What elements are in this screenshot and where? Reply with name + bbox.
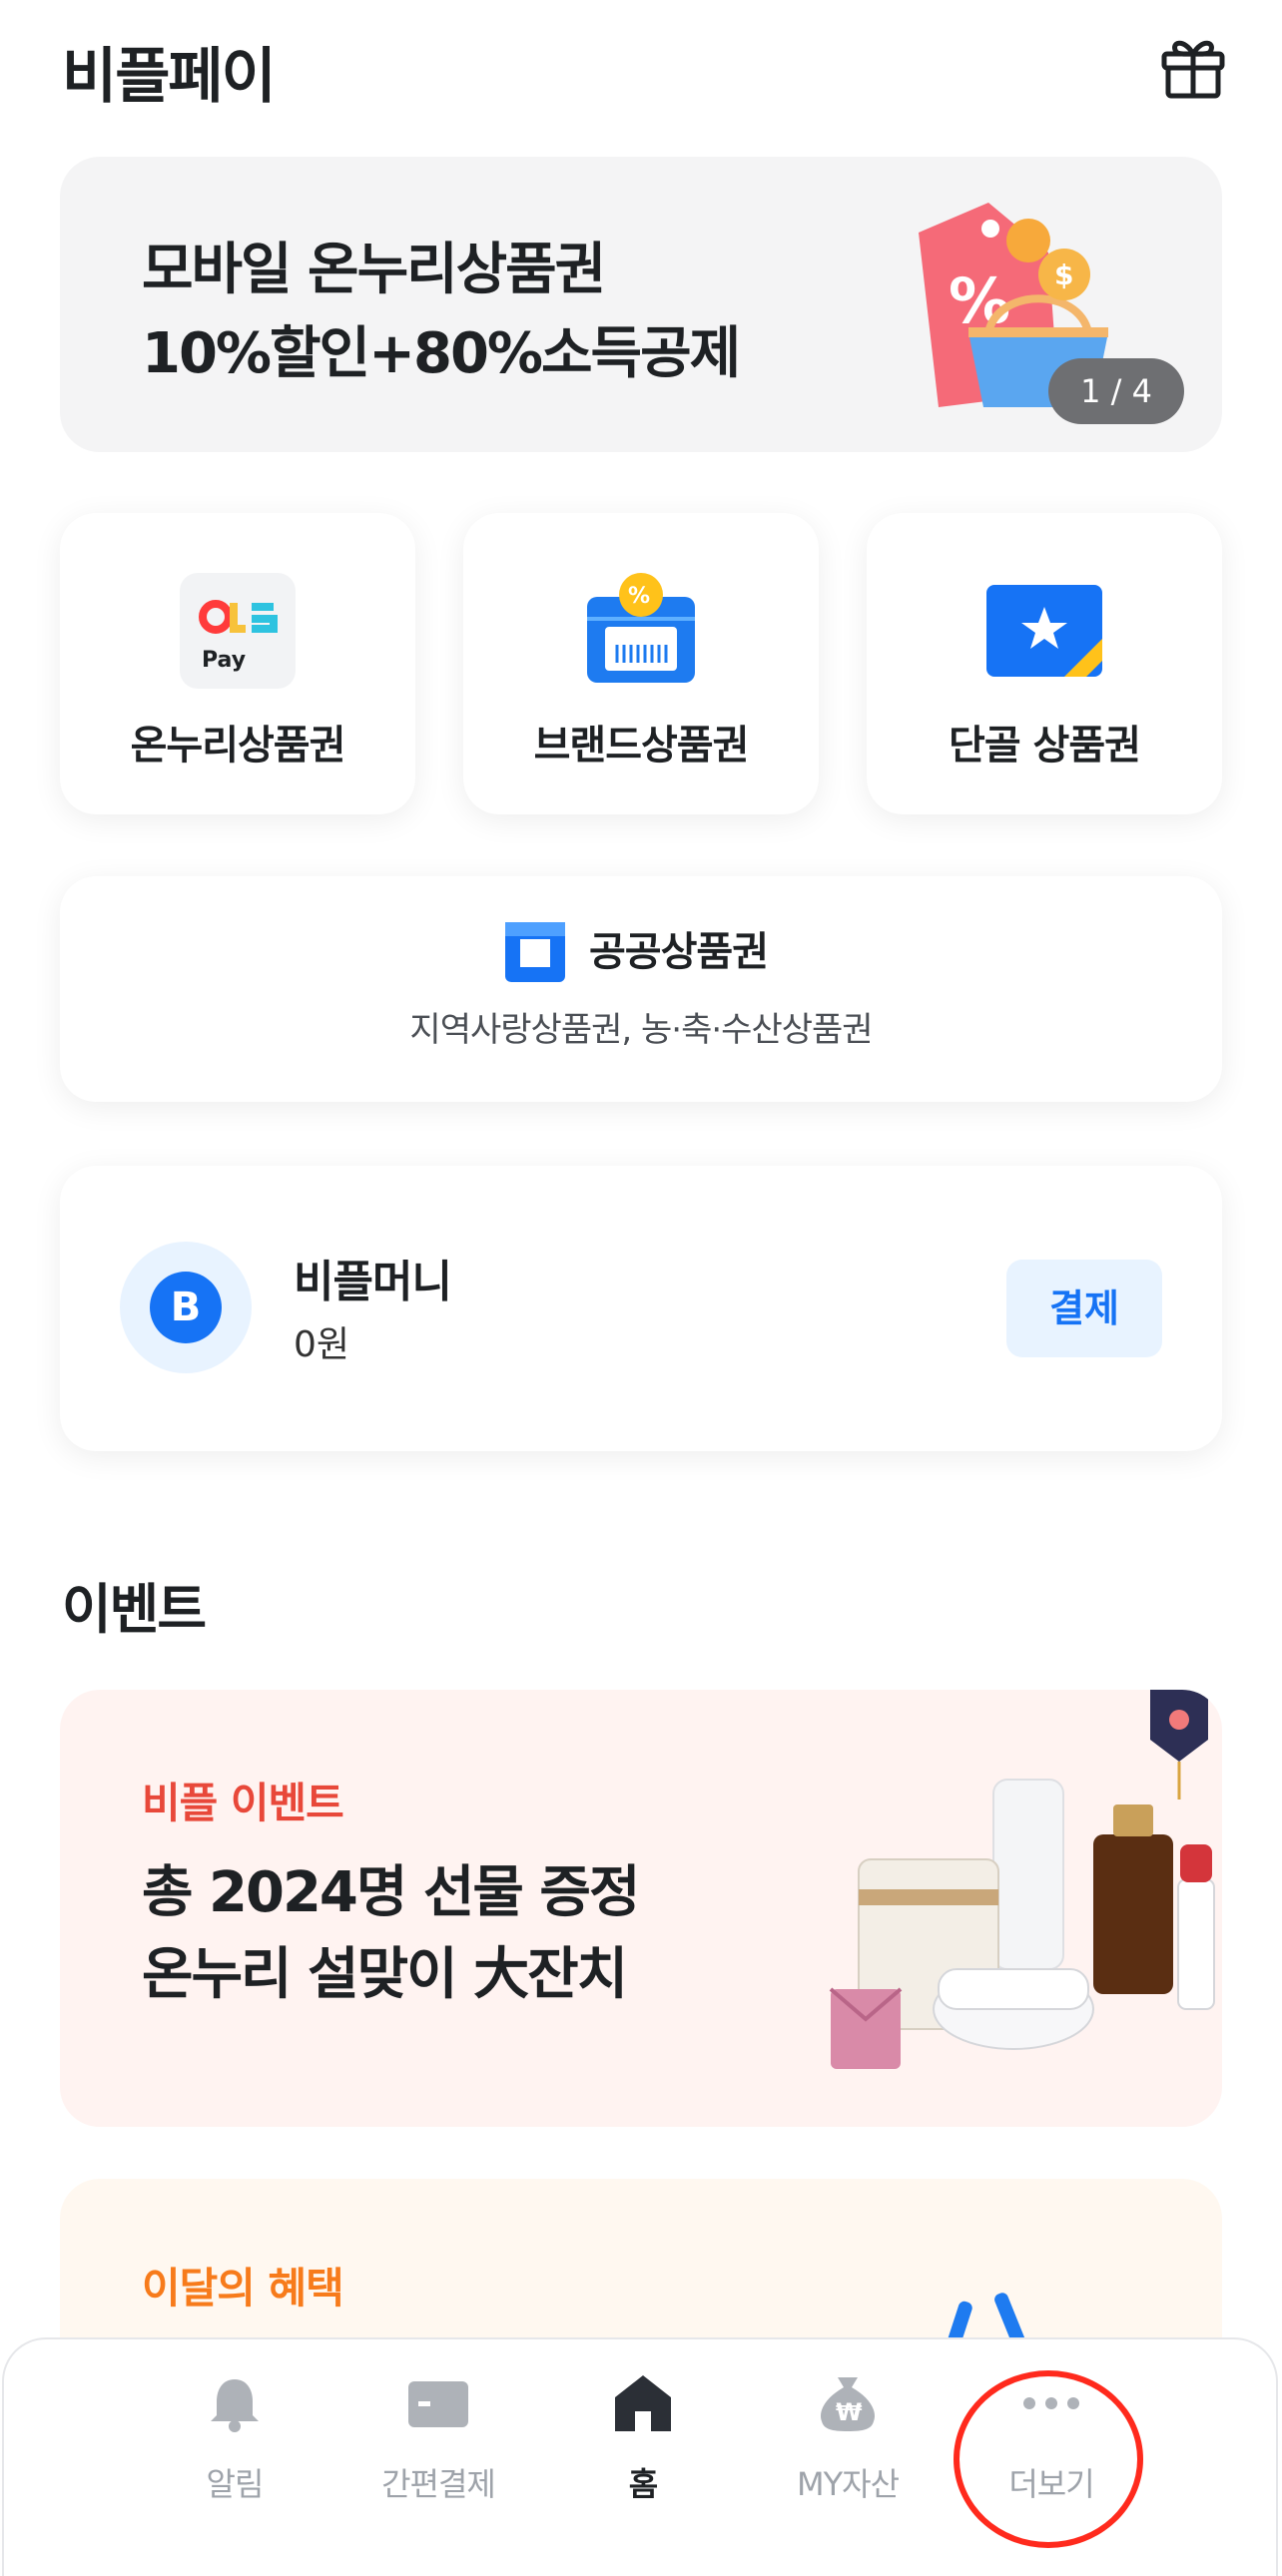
event-banner[interactable]: 비플 이벤트 총 2024명 선물 증정 온누리 설맞이 大잔치 [60,1690,1222,2127]
tab-home[interactable]: 홈 [548,2373,738,2523]
money-bag-icon: ₩ [820,2377,876,2431]
svg-text:$: $ [1054,258,1073,291]
bplmoney-avatar-letter: B [150,1272,222,1343]
tab-more[interactable]: 더보기 [957,2373,1146,2523]
svg-text:%: % [628,584,650,609]
gift-button[interactable] [1156,28,1230,102]
onnuri-pay-icon: Pay [180,573,296,689]
tab-alerts[interactable]: 알림 [140,2373,329,2523]
tab-home-label: 홈 [628,2465,658,2503]
events-section-title: 이벤트 [62,1578,207,1641]
onnuri-voucher-card[interactable]: Pay 온누리상품권 [60,513,415,814]
benefit-tag: 이달의 혜택 [142,2264,344,2313]
public-voucher-icon [505,922,565,982]
tab-easy-pay[interactable]: 간편결제 [343,2373,533,2523]
pay-button[interactable]: 결제 [1006,1260,1162,1357]
card-icon [408,2381,468,2427]
event-headline-line2: 온누리 설맞이 大잔치 [142,1942,628,2007]
bell-icon [211,2379,259,2432]
tab-easy-pay-label: 간편결제 [381,2465,496,2503]
svg-text:Pay: Pay [202,648,246,673]
event-tag: 비플 이벤트 [142,1779,344,1827]
promo-title-line2: 10%할인+80%소득공제 [142,321,741,386]
promo-title-line1: 모바일 온누리상품권 [142,238,606,302]
public-voucher-card[interactable]: 공공상품권 지역사랑상품권, 농·축·수산상품권 [60,876,1222,1102]
svg-text:%: % [949,264,1010,337]
tab-alerts-label: 알림 [206,2465,265,2503]
brand-voucher-label: 브랜드상품권 [533,723,750,769]
svg-text:₩: ₩ [836,2398,863,2426]
more-dots-icon [1023,2397,1079,2409]
onnuri-voucher-label: 온누리상품권 [130,723,346,769]
promo-banner[interactable]: 모바일 온누리상품권 10%할인+80%소득공제 % $ 1 / 4 [60,157,1222,452]
banner-page-indicator: 1 / 4 [1048,358,1184,424]
regular-voucher-label: 단골 상품권 [949,723,1141,769]
bottom-tab-bar: 알림 간편결제 홈 ₩ MY자산 더보기 [2,2337,1278,2576]
gift-icon [1161,40,1225,99]
gift-products-illustration [829,1690,1215,2069]
brand-voucher-card[interactable]: % 브랜드상품권 [463,513,819,814]
brand-voucher-icon: % [587,573,695,683]
bplmoney-card[interactable]: B 비플머니 0원 결제 [60,1166,1222,1451]
home-icon [615,2375,671,2431]
regular-voucher-card[interactable]: 단골 상품권 [867,513,1222,814]
public-voucher-title: 공공상품권 [589,929,769,975]
bplmoney-balance: 0원 [294,1324,350,1365]
app-title: 비플페이 [62,42,277,112]
bplmoney-avatar: B [120,1242,252,1373]
bplmoney-name: 비플머니 [294,1257,452,1307]
tab-my-assets[interactable]: ₩ MY자산 [753,2373,943,2523]
tab-my-assets-label: MY자산 [796,2465,900,2503]
regular-voucher-icon [986,585,1102,677]
event-headline-line1: 총 2024명 선물 증정 [142,1860,640,1925]
public-voucher-subtitle: 지역사랑상품권, 농·축·수산상품권 [409,1010,873,1050]
tab-more-label: 더보기 [1008,2465,1094,2503]
